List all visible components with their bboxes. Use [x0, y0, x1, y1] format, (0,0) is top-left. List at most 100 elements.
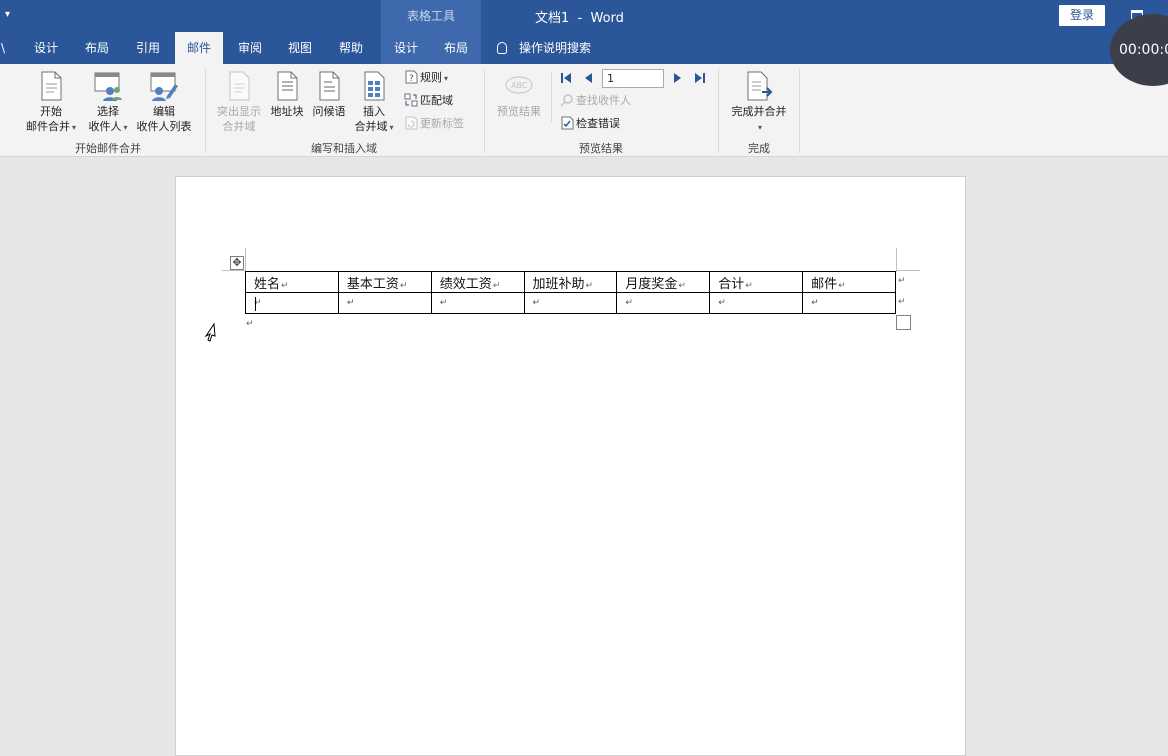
select-recipients-line1: 选择 — [97, 105, 119, 118]
svg-text:ABC: ABC — [511, 81, 528, 90]
header-email: 邮件 — [811, 276, 838, 292]
tab-view[interactable]: 视图 — [281, 32, 319, 64]
text-cursor — [255, 297, 256, 311]
dropdown-caret-icon: ▾ — [444, 74, 449, 83]
dropdown-caret-icon: ▾ — [123, 123, 128, 132]
header-name: 姓名 — [254, 276, 281, 292]
check-errors-button[interactable]: 检查错误 — [560, 114, 620, 134]
edit-recipient-list-button[interactable]: 编辑 收件人列表 — [133, 70, 195, 134]
start-mail-merge-button[interactable]: 开始 邮件合并 ▾ — [18, 70, 84, 135]
paragraph-mark: ↵ — [678, 280, 686, 291]
paragraph-mark: ↵ — [246, 319, 254, 329]
paragraph-mark: ↵ — [399, 280, 408, 291]
table-header-row: 姓名↵ 基本工资↵ 绩效工资↵ 加班补助↵ 月度奖金↵ 合计↵ 邮件↵ — [245, 271, 896, 293]
tab-design[interactable]: 设计 — [27, 32, 65, 64]
preview-results-button: ABC 预览结果 — [492, 70, 546, 119]
header-total: 合计 — [718, 276, 745, 292]
table-cell[interactable]: 加班补助↵ — [523, 271, 618, 293]
table-cell[interactable]: ↵ — [709, 292, 804, 314]
tell-me-label: 操作说明搜索 — [519, 41, 592, 55]
group-divider — [484, 69, 485, 153]
insert-merge-field-button[interactable]: 插入 合并域 ▾ — [350, 70, 398, 135]
text-boundary-line — [896, 270, 920, 271]
table-cell[interactable]: 月度奖金↵ — [616, 271, 711, 293]
start-merge-line2: 邮件合并 — [25, 120, 70, 133]
table-cell[interactable]: ↵ — [337, 292, 432, 314]
text-boundary-line — [245, 248, 246, 272]
table-cell[interactable]: ↵ — [523, 292, 618, 314]
table-cell[interactable]: ↵ — [245, 292, 339, 314]
table-cell[interactable]: 邮件↵ — [802, 271, 896, 293]
paragraph-mark: ↵ — [439, 298, 448, 308]
login-button[interactable]: 登录 — [1059, 5, 1105, 26]
update-labels-icon — [405, 116, 418, 130]
group-divider — [551, 72, 552, 122]
address-block-button[interactable]: 地址块 — [267, 70, 307, 119]
greeting-line-icon — [319, 71, 340, 101]
match-fields-button[interactable]: 匹配域 — [404, 91, 453, 111]
previous-record-icon[interactable] — [582, 72, 594, 84]
tab-partial[interactable]: \ — [0, 32, 8, 64]
ribbon-panel: 开始 邮件合并 ▾ 选择 收件人 ▾ 编辑 收件人列表 开始邮件合并 突出显示 合并… — [0, 64, 1168, 157]
find-recipient-button: 查找收件人 — [560, 91, 631, 111]
table-move-handle-icon[interactable]: ✥ — [230, 256, 244, 270]
recipients-list-icon — [94, 72, 122, 101]
paragraph-mark: ↵ — [532, 298, 541, 308]
check-errors-icon — [561, 116, 574, 130]
first-record-icon[interactable] — [560, 72, 572, 84]
table-cell[interactable]: ↵ — [802, 292, 896, 314]
table-cell[interactable]: 基本工资↵ — [337, 271, 432, 293]
quick-access-toolbar-dropdown-icon[interactable]: ▾ — [5, 9, 10, 20]
tell-me-search[interactable]: 操作说明搜索 — [497, 32, 591, 64]
lightbulb-icon — [497, 42, 507, 54]
paragraph-mark: ↵ — [838, 280, 846, 291]
table-cell[interactable]: 绩效工资↵ — [430, 271, 525, 293]
paragraph-mark: ↵ — [346, 298, 355, 308]
match-fields-label: 匹配域 — [420, 94, 453, 107]
tab-layout[interactable]: 布局 — [78, 32, 116, 64]
header-base-salary: 基本工资 — [346, 276, 399, 292]
highlight-fields-line1: 突出显示 — [217, 105, 261, 118]
match-fields-icon — [404, 93, 418, 107]
paragraph-mark: ↵ — [492, 280, 501, 291]
rules-icon: ? — [405, 70, 418, 84]
table-resize-handle[interactable] — [896, 315, 911, 330]
salary-table[interactable]: 姓名↵ 基本工资↵ 绩效工资↵ 加班补助↵ 月度奖金↵ 合计↵ 邮件↵ ↵ ↵ … — [245, 271, 896, 314]
insert-field-line2: 合并域 — [354, 120, 388, 133]
finish-merge-button[interactable]: 完成并合并 ▾ — [726, 70, 792, 135]
tab-table-layout[interactable]: 布局 — [431, 32, 481, 64]
select-recipients-button[interactable]: 选择 收件人 ▾ — [82, 70, 134, 135]
greeting-line-button[interactable]: 问候语 — [309, 70, 349, 119]
table-row: ↵ ↵ ↵ ↵ ↵ ↵ ↵ — [245, 292, 896, 314]
highlight-merge-fields-button: 突出显示 合并域 — [212, 70, 266, 134]
rules-button[interactable]: ? 规则 ▾ — [404, 68, 448, 88]
table-tools-label: 表格工具 — [406, 9, 455, 23]
insert-field-icon — [364, 71, 385, 101]
write-insert-fields-group-label: 编写和插入域 — [311, 142, 377, 155]
paragraph-mark: ↵ — [625, 298, 633, 308]
tab-review[interactable]: 审阅 — [231, 32, 269, 64]
select-recipients-line2: 收件人 — [88, 120, 122, 133]
header-performance-pay: 绩效工资 — [439, 276, 492, 292]
table-cell[interactable]: ↵ — [430, 292, 525, 314]
mouse-pointer-icon — [204, 322, 216, 342]
highlight-fields-line2: 合并域 — [222, 120, 256, 133]
group-divider — [799, 69, 800, 153]
table-cell[interactable]: ↵ — [616, 292, 711, 314]
table-cell[interactable]: 合计↵ — [709, 271, 804, 293]
group-divider — [205, 69, 206, 153]
tab-help[interactable]: 帮助 — [332, 32, 370, 64]
address-block-label: 地址块 — [270, 105, 304, 118]
tab-references[interactable]: 引用 — [129, 32, 167, 64]
update-labels-label: 更新标签 — [420, 117, 464, 130]
table-cell[interactable]: 姓名↵ — [245, 271, 339, 293]
group-divider — [718, 69, 719, 153]
tab-mailings[interactable]: 邮件 — [175, 32, 223, 64]
last-record-icon[interactable] — [694, 72, 706, 84]
record-number-input[interactable]: 1 — [602, 69, 664, 88]
next-record-icon[interactable] — [672, 72, 684, 84]
document-page[interactable] — [175, 176, 966, 756]
finish-merge-icon — [747, 71, 773, 101]
row-end-mark: ↵ — [898, 276, 906, 286]
tab-table-design[interactable]: 设计 — [381, 32, 431, 64]
